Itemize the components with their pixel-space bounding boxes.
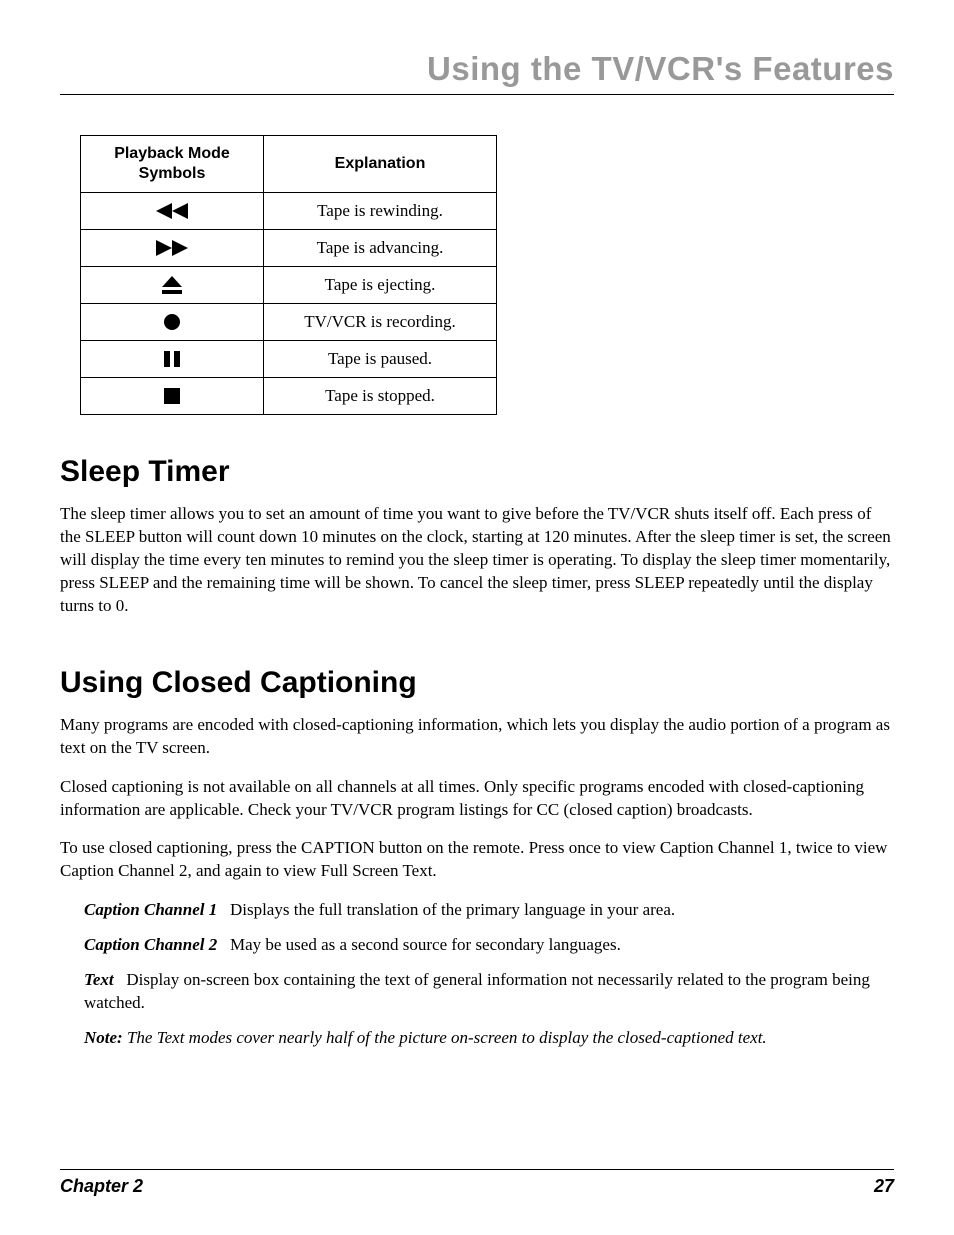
explanation-cell: Tape is rewinding. xyxy=(264,193,497,230)
note-text: The Text modes cover nearly half of the … xyxy=(127,1028,767,1047)
table-row: Tape is paused. xyxy=(81,341,497,378)
body-paragraph: Closed captioning is not available on al… xyxy=(60,776,894,822)
definition-text: Displays the full translation of the pri… xyxy=(230,900,675,919)
stop-icon xyxy=(81,378,264,415)
note-item: Note: The Text modes cover nearly half o… xyxy=(84,1027,894,1050)
definition-item: Text Display on-screen box containing th… xyxy=(84,969,894,1015)
definition-label: Caption Channel 2 xyxy=(84,935,217,954)
footer-page-number: 27 xyxy=(874,1176,894,1197)
record-icon xyxy=(81,304,264,341)
definition-label: Text xyxy=(84,970,114,989)
section-heading-closed-captioning: Using Closed Captioning xyxy=(60,666,894,700)
rewind-icon xyxy=(81,193,264,230)
table-row: Tape is advancing. xyxy=(81,230,497,267)
definition-label: Caption Channel 1 xyxy=(84,900,217,919)
definition-item: Caption Channel 2 May be used as a secon… xyxy=(84,934,894,957)
page-footer: Chapter 2 27 xyxy=(60,1169,894,1197)
definition-text: Display on-screen box containing the tex… xyxy=(84,970,870,1012)
body-paragraph: To use closed captioning, press the CAPT… xyxy=(60,837,894,883)
eject-icon xyxy=(81,267,264,304)
table-row: TV/VCR is recording. xyxy=(81,304,497,341)
explanation-cell: Tape is advancing. xyxy=(264,230,497,267)
footer-chapter: Chapter 2 xyxy=(60,1176,143,1197)
definition-list: Caption Channel 1 Displays the full tran… xyxy=(84,899,894,1050)
explanation-cell: Tape is paused. xyxy=(264,341,497,378)
table-header-explanation: Explanation xyxy=(264,136,497,193)
definition-text: May be used as a second source for secon… xyxy=(230,935,621,954)
page-header: Using the TV/VCR's Features xyxy=(60,50,894,95)
pause-icon xyxy=(81,341,264,378)
table-header-symbols: Playback Mode Symbols xyxy=(81,136,264,193)
explanation-cell: Tape is ejecting. xyxy=(264,267,497,304)
body-paragraph: The sleep timer allows you to set an amo… xyxy=(60,503,894,618)
explanation-cell: Tape is stopped. xyxy=(264,378,497,415)
fast-forward-icon xyxy=(81,230,264,267)
table-row: Tape is ejecting. xyxy=(81,267,497,304)
table-row: Tape is stopped. xyxy=(81,378,497,415)
table-row: Tape is rewinding. xyxy=(81,193,497,230)
section-heading-sleep-timer: Sleep Timer xyxy=(60,455,894,489)
body-paragraph: Many programs are encoded with closed-ca… xyxy=(60,714,894,760)
note-label: Note: xyxy=(84,1028,123,1047)
definition-item: Caption Channel 1 Displays the full tran… xyxy=(84,899,894,922)
playback-table: Playback Mode Symbols Explanation Tape i… xyxy=(80,135,497,415)
explanation-cell: TV/VCR is recording. xyxy=(264,304,497,341)
